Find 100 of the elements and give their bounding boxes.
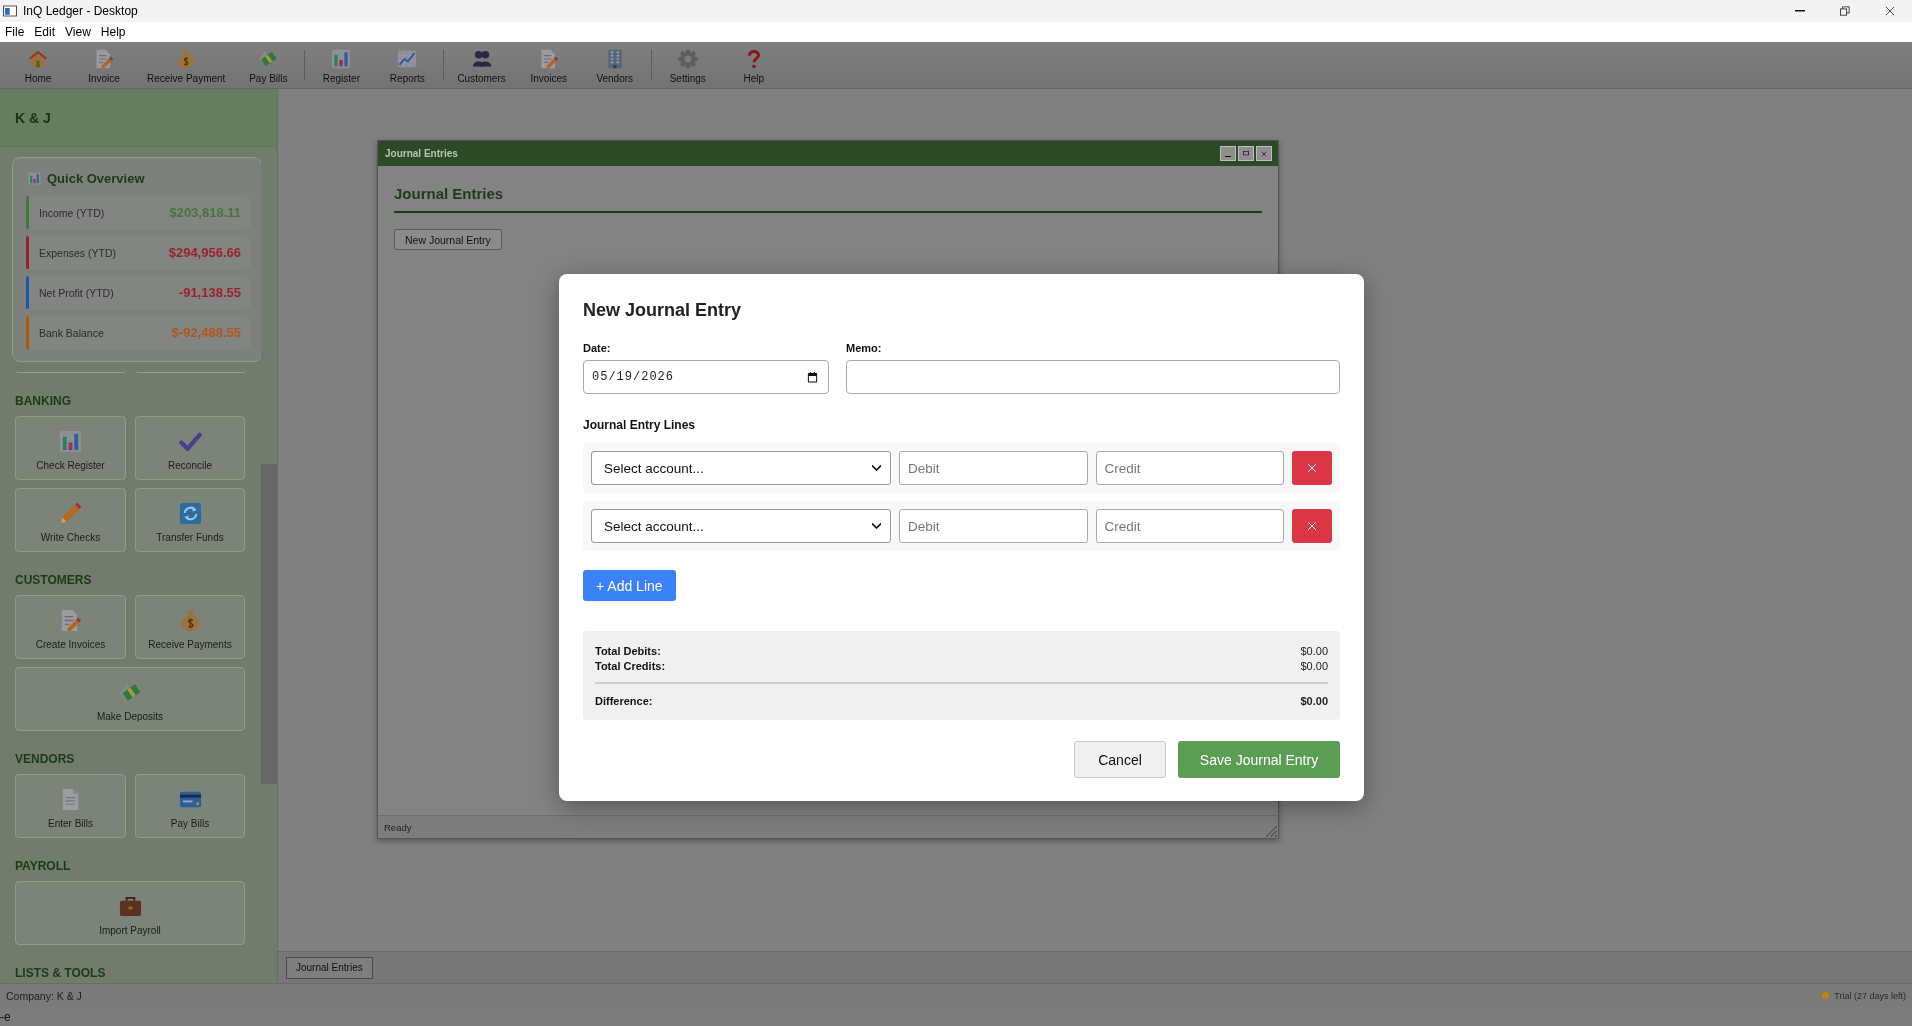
minimize-icon [1794, 10, 1805, 12]
toolbar-button[interactable]: Register [308, 42, 375, 88]
metric-label: Bank Balance [39, 326, 104, 339]
close-icon [1884, 6, 1895, 16]
app-icon [3, 5, 17, 17]
calendar-icon[interactable] [807, 371, 818, 383]
section-heading: Journal Entry Lines [583, 418, 697, 432]
people-icon [471, 49, 492, 69]
money-bag-icon [176, 49, 197, 69]
cancel-button[interactable]: Cancel [1074, 741, 1166, 778]
add-line-button[interactable]: + Add Line [583, 570, 676, 601]
sidebar-tile[interactable]: Pay Bills [135, 774, 245, 838]
toolbar-button[interactable]: Home [5, 42, 71, 88]
section-heading: CUSTOMERS [15, 573, 93, 587]
menu-item[interactable]: File [0, 22, 30, 42]
total-label: Total Credits: [595, 659, 666, 674]
company-name: K & J [15, 109, 51, 126]
status-text: Company: K & J [6, 989, 82, 1002]
page-heading: Journal Entries [394, 184, 505, 204]
sidebar-tile[interactable]: Reconcile [135, 416, 245, 480]
resize-grip-icon[interactable] [1266, 826, 1277, 837]
field-label: Date: [583, 341, 611, 355]
toolbar-button[interactable]: Receive Payment [137, 42, 236, 88]
sidebar-tile[interactable]: Write Checks [15, 488, 126, 552]
date-field[interactable]: 05/19/2026 [583, 360, 829, 394]
chevron-icon [872, 523, 881, 529]
sidebar-tile[interactable]: Transfer Funds [135, 488, 245, 552]
toolbar-button[interactable]: Invoice [71, 42, 137, 88]
toolbar-button[interactable]: Invoices [515, 42, 582, 88]
sidebar-tile[interactable]: Receive Payments [135, 595, 245, 659]
menu-item[interactable]: Help [95, 22, 131, 42]
toolbar-button[interactable]: Pay Bills [235, 42, 302, 88]
metric-label: Expenses (YTD) [39, 246, 117, 259]
briefcase-icon [118, 895, 142, 918]
debit-field[interactable]: Debit [899, 509, 1088, 543]
section-heading: VENDORS [15, 752, 76, 766]
bar-chart-icon [59, 430, 82, 453]
new-entry-button[interactable]: New Journal Entry [394, 229, 502, 250]
settings-icon [677, 49, 698, 69]
close-button[interactable] [1256, 146, 1272, 161]
total-value: $0.00 [1300, 659, 1328, 674]
window-title: InQ Ledger - Desktop [23, 4, 138, 18]
metric-label: Income (YTD) [39, 206, 105, 219]
menu-item[interactable]: View [60, 22, 96, 42]
minimize-button[interactable] [1220, 146, 1236, 161]
close-icon [1307, 521, 1317, 531]
remove-line-button[interactable] [1292, 509, 1332, 543]
taskbar-button[interactable]: Journal Entries [286, 956, 373, 979]
account-select[interactable]: Select account... [591, 451, 891, 485]
debit-field[interactable]: Debit [899, 451, 1088, 485]
menu-item[interactable]: Edit [29, 22, 61, 42]
bar-chart-icon [331, 49, 352, 69]
scrollbar-thumb[interactable] [261, 464, 277, 784]
toolbar-button[interactable]: Customers [447, 42, 516, 88]
section-heading: PAYROLL [15, 859, 72, 873]
house-icon [28, 49, 48, 69]
pencil-icon [59, 502, 82, 525]
remove-line-button[interactable] [1292, 451, 1332, 485]
metric-value: -91,138.55 [178, 285, 242, 300]
save-button[interactable]: Save Journal Entry [1178, 741, 1340, 778]
total-value: $0.00 [1300, 644, 1328, 659]
metric-value: $294,956.66 [168, 245, 242, 260]
chevron-icon [872, 465, 881, 471]
credit-field[interactable]: Credit [1095, 451, 1284, 485]
account-select[interactable]: Select account... [591, 509, 891, 543]
metric-value: $-92,488.55 [171, 325, 242, 340]
document-pencil-icon [59, 609, 82, 632]
sidebar-tile[interactable]: Create Invoices [15, 595, 126, 659]
checkmark-icon [178, 430, 202, 453]
document-pencil-icon [94, 49, 114, 69]
memo-field[interactable] [846, 360, 1340, 394]
sidebar-tile[interactable]: Check Register [15, 416, 126, 480]
sidebar-tile[interactable]: Import Payroll [15, 881, 245, 945]
toolbar-button[interactable]: Vendors [581, 42, 648, 88]
banknote-icon [258, 49, 279, 69]
toolbar-button[interactable]: Settings [654, 42, 721, 88]
total-label: Total Debits: [595, 644, 661, 659]
toolbar-button[interactable]: Reports [374, 42, 441, 88]
section-heading: BANKING [15, 394, 72, 408]
dialog-title: New Journal Entry [583, 299, 743, 321]
restore-icon [1839, 6, 1850, 16]
toolbar-button[interactable]: Help [720, 42, 787, 88]
minimize-icon [1225, 155, 1231, 158]
close-icon [1307, 463, 1317, 473]
credit-field[interactable]: Credit [1095, 509, 1284, 543]
console-text: -e [0, 1009, 11, 1024]
status-dot-icon [1822, 992, 1830, 999]
maximize-button[interactable] [1238, 146, 1254, 161]
sync-arrows-icon [178, 502, 202, 525]
bar-chart-icon [28, 171, 41, 185]
section-heading: LISTS & TOOLS [15, 966, 107, 980]
close-icon [1261, 150, 1267, 157]
metric-value: $203,818.11 [169, 205, 242, 220]
sidebar-tile[interactable]: Enter Bills [15, 774, 126, 838]
window-title: Journal Entries [385, 148, 458, 159]
line-chart-icon [397, 49, 418, 69]
field-label: Memo: [846, 341, 882, 355]
sidebar-tile[interactable]: Make Deposits [15, 667, 245, 731]
total-label: Difference: [595, 694, 653, 709]
status-text: Ready [384, 821, 412, 833]
